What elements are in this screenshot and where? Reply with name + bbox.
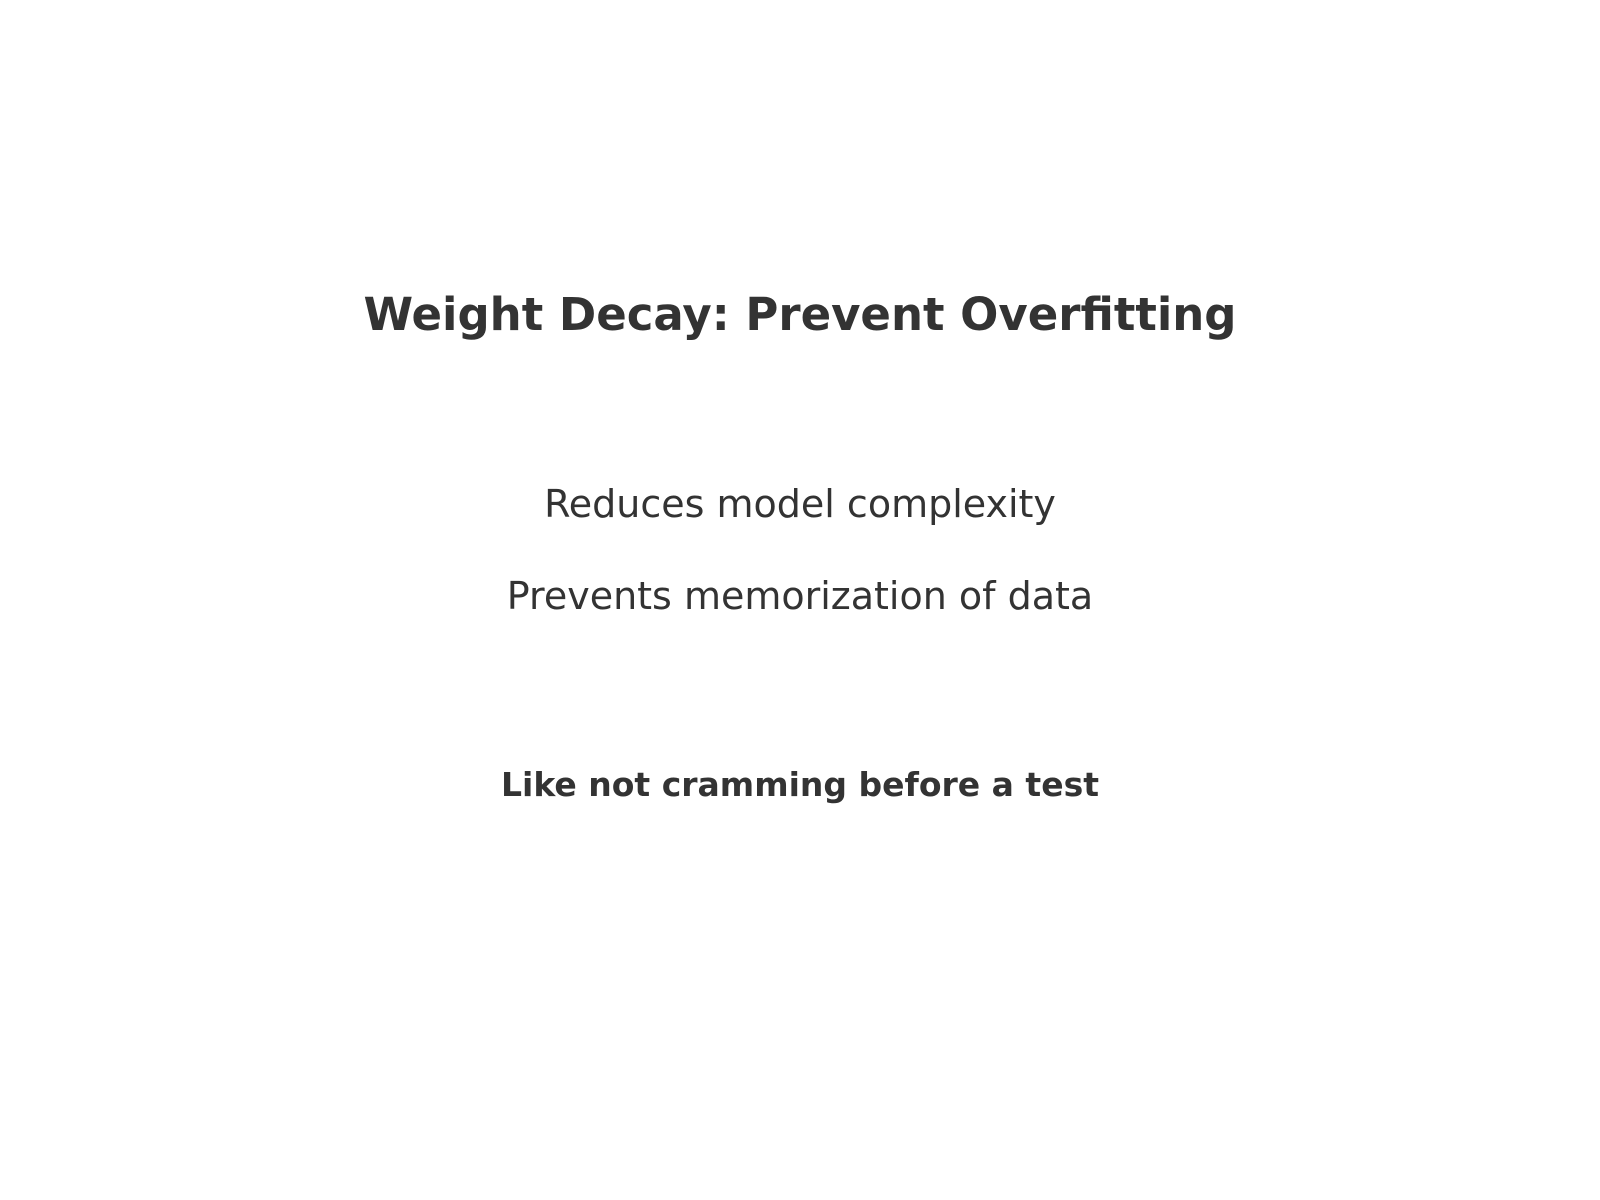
- point-prevents-memorization: Prevents memorization of data: [506, 574, 1094, 618]
- slide-title: Weight Decay: Prevent Overfitting: [363, 288, 1237, 341]
- point-reduces-complexity: Reduces model complexity: [544, 482, 1056, 526]
- analogy-text: Like not cramming before a test: [501, 765, 1099, 804]
- slide: Weight Decay: Prevent Overfitting Reduce…: [0, 0, 1600, 1200]
